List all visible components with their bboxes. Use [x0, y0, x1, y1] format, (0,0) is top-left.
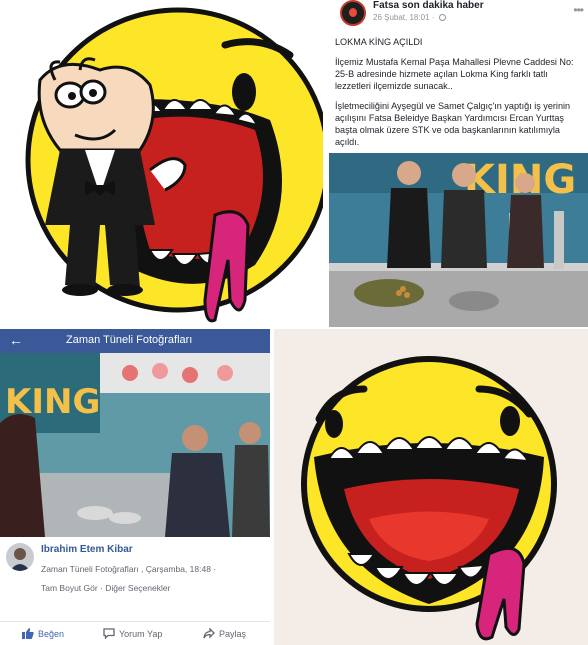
action-bar: Beğen Yorum Yap Paylaş: [0, 621, 270, 645]
page-avatar[interactable]: [340, 0, 366, 26]
back-arrow-icon[interactable]: ←: [9, 332, 23, 348]
post-paragraph-2: İşletmeciliğini Ayşegül ve Samet Çalgıç'…: [335, 101, 571, 147]
facebook-photo-viewer: ← Zaman Tüneli Fotoğrafları KING Ibrahim…: [0, 329, 270, 645]
post-text: LOKMA KİNG AÇILDI İlçemiz Mustafa Kemal …: [335, 36, 583, 156]
photo-meta[interactable]: Zaman Tüneli Fotoğrafları , Çarşamba, 18…: [41, 564, 216, 574]
post-timestamp[interactable]: 26 Şubat, 18:01 ·: [373, 13, 434, 22]
more-options-icon[interactable]: •••: [573, 3, 584, 17]
share-label: Paylaş: [219, 628, 247, 639]
photo-links[interactable]: Tam Boyut Gör · Diğer Seçenekler: [41, 583, 170, 593]
post-paragraph-1: İlçemiz Mustafa Kemal Paşa Mahallesi Ple…: [335, 57, 574, 91]
post-photo[interactable]: KING: [329, 153, 588, 327]
shop-opening-photo: KING: [329, 153, 588, 327]
album-photo[interactable]: KING: [0, 353, 270, 537]
like-button[interactable]: Beğen: [22, 628, 64, 639]
comment-button[interactable]: Yorum Yap: [103, 628, 162, 639]
share-icon: [203, 628, 215, 639]
lokma-king-smiley-image: [274, 329, 588, 645]
page-name-link[interactable]: Fatsa son dakika haber: [373, 0, 484, 11]
share-button[interactable]: Paylaş: [203, 628, 246, 639]
thumbs-up-icon: [22, 628, 34, 639]
globe-icon: [439, 14, 446, 21]
news-post: Fatsa son dakika haber 26 Şubat, 18:01 ·…: [327, 0, 588, 327]
shop-interior-photo: KING: [0, 353, 270, 537]
top-bar: ← Zaman Tüneli Fotoğrafları: [0, 329, 270, 353]
user-name-link[interactable]: Ibrahim Etem Kibar: [41, 544, 133, 555]
post-title: LOKMA KİNG AÇILDI: [335, 37, 423, 47]
post-header: Fatsa son dakika haber 26 Şubat, 18:01 ·…: [333, 0, 584, 26]
comment-icon: [103, 628, 115, 639]
like-label: Beğen: [38, 628, 65, 639]
lokma-king-logo-image: [0, 0, 323, 327]
smiley-illustration: [274, 329, 588, 645]
comment-label: Yorum Yap: [119, 628, 163, 639]
album-title: Zaman Tüneli Fotoğrafları: [66, 334, 193, 346]
user-avatar[interactable]: [6, 543, 34, 571]
smiley-chef-illustration: [25, 7, 323, 323]
